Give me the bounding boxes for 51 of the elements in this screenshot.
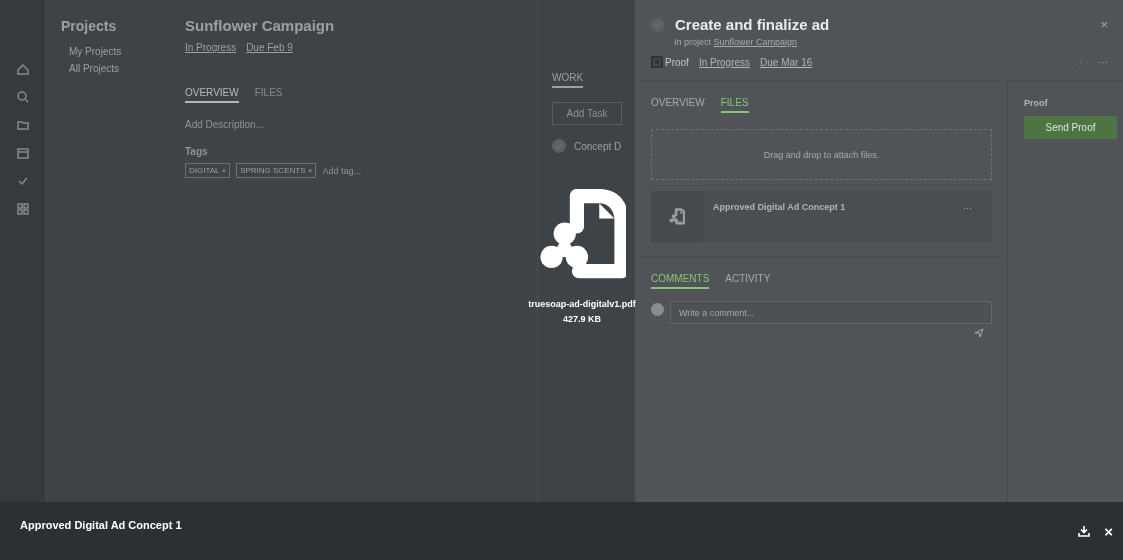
more-button[interactable]: ··· [963, 203, 972, 213]
task-type: Proof [665, 56, 689, 68]
proof-heading: Proof [1024, 98, 1049, 108]
project-reference: In project Sunflower Campaign [674, 37, 799, 47]
task-label[interactable]: Concept D [574, 140, 622, 152]
add-tag-field[interactable]: Add tag... [322, 165, 361, 176]
tag[interactable]: DIGITAL × [185, 163, 231, 178]
tab[interactable]: COMMENTS [651, 273, 710, 289]
comment-field[interactable]: Write a comment... [670, 301, 992, 324]
sidebar-item[interactable]: My Projects [61, 46, 154, 57]
tab[interactable]: OVERVIEW [185, 87, 239, 103]
more-button[interactable]: ··· [1098, 56, 1108, 68]
avatar [651, 303, 664, 316]
home-icon[interactable] [15, 62, 30, 76]
project-title: Sunflower Campaign [185, 17, 336, 34]
checked-circle-icon[interactable] [651, 17, 665, 32]
description-placeholder[interactable]: Add Description... [185, 119, 522, 130]
task-title: Create and finalize ad [675, 16, 831, 33]
viewer-title: Approved Digital Ad Concept 1 [20, 519, 183, 531]
download-button[interactable] [1078, 525, 1091, 537]
sidebar-item[interactable]: All Projects [61, 63, 154, 74]
tab[interactable]: ACTIVITY [725, 273, 771, 289]
file-size: 427.9 KB [563, 314, 601, 325]
due-date-link[interactable]: Due Feb 9 [246, 42, 293, 53]
status-link[interactable]: In Progress [698, 56, 751, 68]
search-icon[interactable] [15, 90, 30, 104]
tags-label: Tags [185, 146, 209, 157]
grid-icon[interactable] [15, 202, 30, 216]
close-button[interactable]: × [1104, 522, 1113, 540]
file-dropzone[interactable]: Drag and drop to attach files. [651, 129, 992, 180]
tag[interactable]: SPRING SCENTS × [236, 163, 317, 178]
send-proof-button[interactable]: Send Proof [1024, 116, 1117, 139]
file-card[interactable]: Approved Digital Ad Concept 1 ··· [651, 191, 992, 242]
tab[interactable]: FILES [254, 87, 283, 103]
file-name: truesoap-ad-digitalv1.pdf [528, 299, 636, 310]
folder-icon[interactable] [15, 118, 30, 132]
close-button[interactable]: × [1100, 17, 1108, 32]
send-icon[interactable] [974, 328, 984, 338]
tab[interactable]: OVERVIEW [651, 97, 705, 113]
add-task-button[interactable]: Add Task [552, 102, 622, 125]
status-link[interactable]: In Progress [185, 42, 237, 53]
file-name: Approved Digital Ad Concept 1 [712, 201, 847, 214]
checked-circle-icon[interactable] [552, 139, 566, 153]
due-date-link[interactable]: Due Mar 16 [760, 56, 813, 68]
sidebar-title: Projects [61, 18, 118, 34]
work-tab[interactable]: WORK [552, 72, 584, 88]
file-icon [669, 208, 685, 225]
project-link[interactable]: Sunflower Campaign [713, 37, 798, 47]
proof-icon [651, 56, 663, 68]
tab[interactable]: FILES [720, 97, 749, 113]
calendar-icon[interactable] [15, 146, 30, 160]
